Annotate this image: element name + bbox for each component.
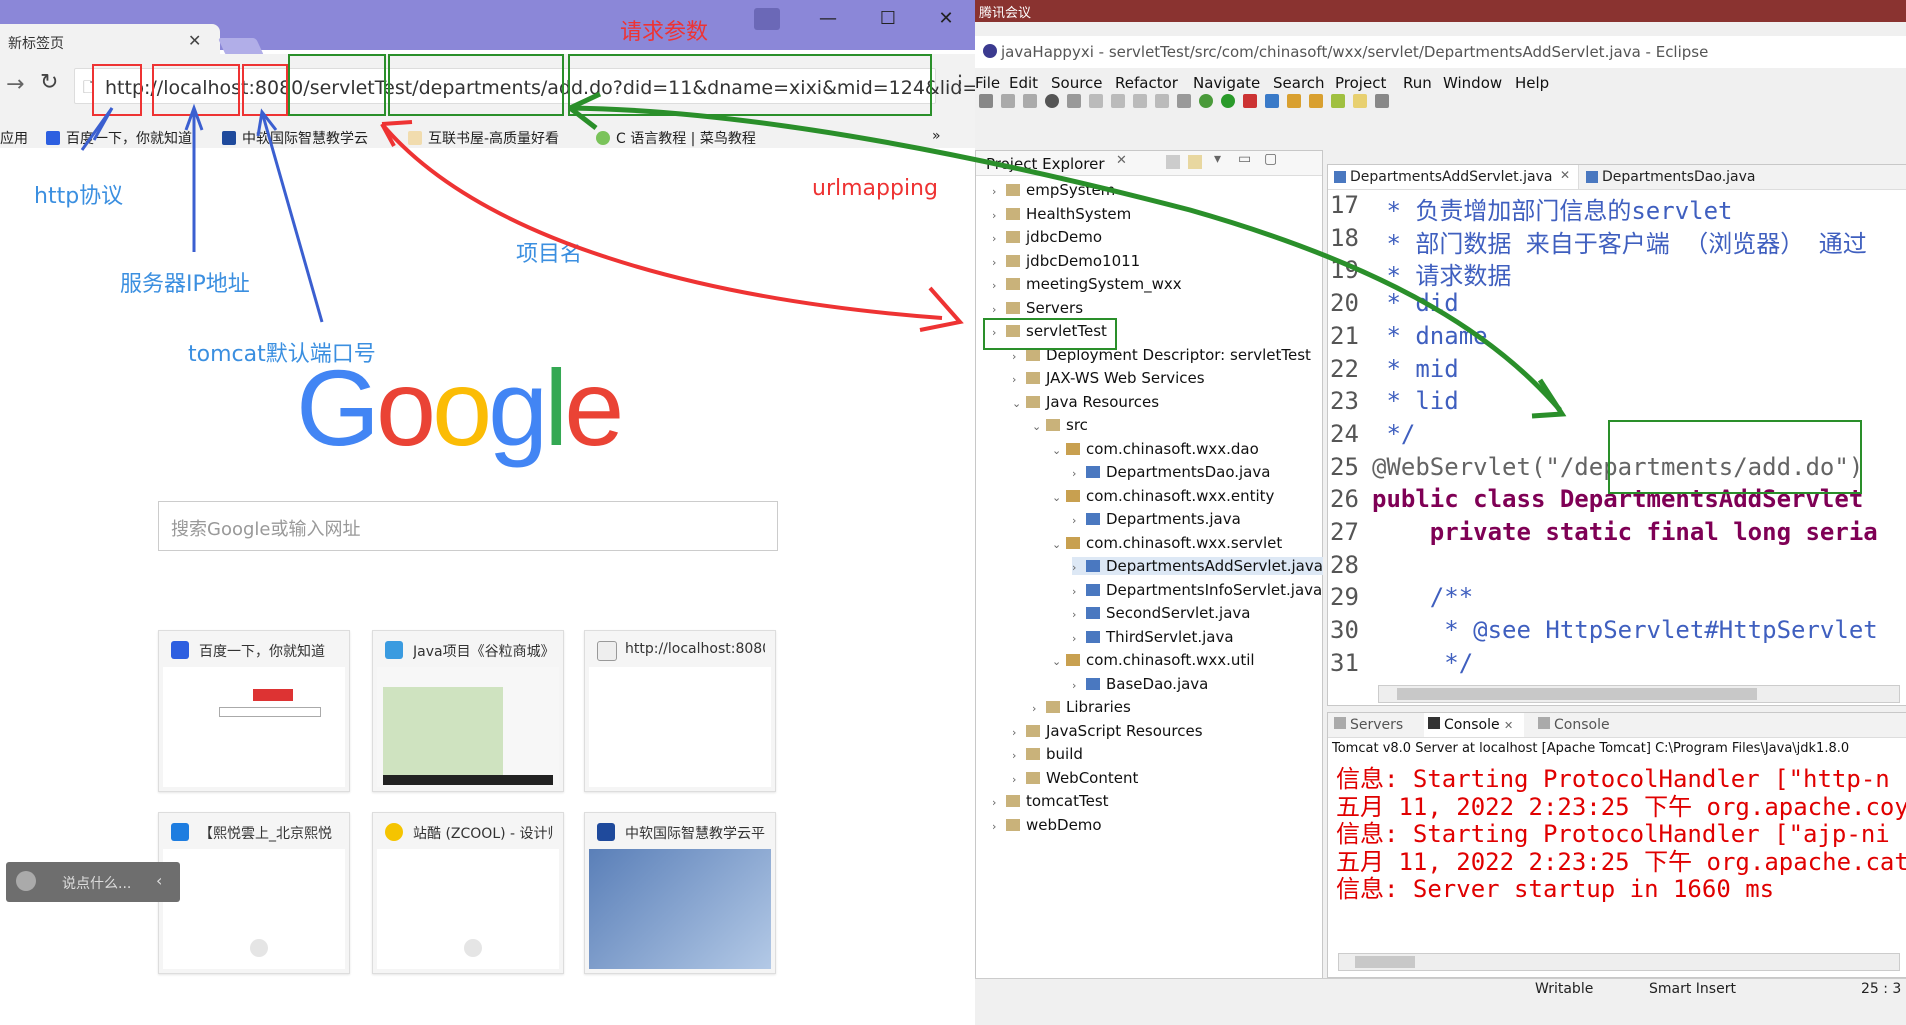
arrow-http-head — [80, 107, 114, 151]
arrow-red-project — [380, 122, 943, 320]
annotation-arrows — [80, 91, 1567, 419]
arrow-port — [260, 111, 324, 323]
arrow-green-mapping — [569, 105, 1562, 412]
arrow-red-head-right — [919, 286, 964, 332]
